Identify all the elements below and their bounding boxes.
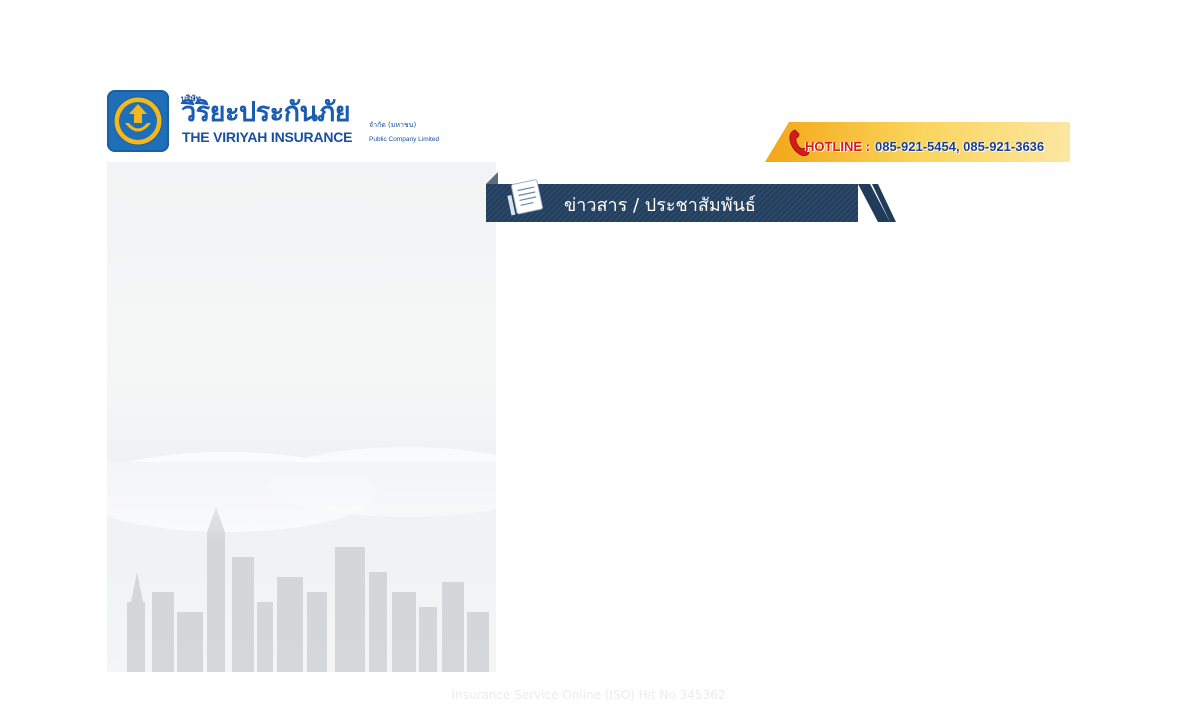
logo-thai-name: วิริยะประกันภัย <box>181 97 351 128</box>
city-skyline-image <box>107 447 496 672</box>
side-banner <box>107 162 496 672</box>
hotline-banner: HOTLINE : 085-921-5454, 085-921-3636 <box>765 122 1070 162</box>
hotline-numbers[interactable]: 085-921-5454, 085-921-3636 <box>875 139 1044 154</box>
footer-hit-counter: Insurance Service Online (ISO) Hit No 34… <box>451 688 726 702</box>
logo-thai-suffix: จำกัด (มหาชน) <box>369 121 417 129</box>
news-title: ข่าวสาร / ประชาสัมพันธ์ <box>564 195 756 216</box>
viriyah-emblem-icon[interactable] <box>107 90 169 152</box>
news-header: ข่าวสาร / ประชาสัมพันธ์ <box>486 162 896 224</box>
logo-english-suffix: Public Company Limited <box>369 136 440 143</box>
notebook-icon <box>504 176 548 218</box>
logo-english-name: THE VIRIYAH INSURANCE <box>182 129 353 145</box>
hotline-label: HOTLINE : <box>805 139 870 154</box>
header: บริษัท วิริยะประกันภัย จำกัด (มหาชน) THE… <box>0 0 1177 165</box>
company-logo[interactable]: บริษัท วิริยะประกันภัย จำกัด (มหาชน) THE… <box>181 92 451 152</box>
